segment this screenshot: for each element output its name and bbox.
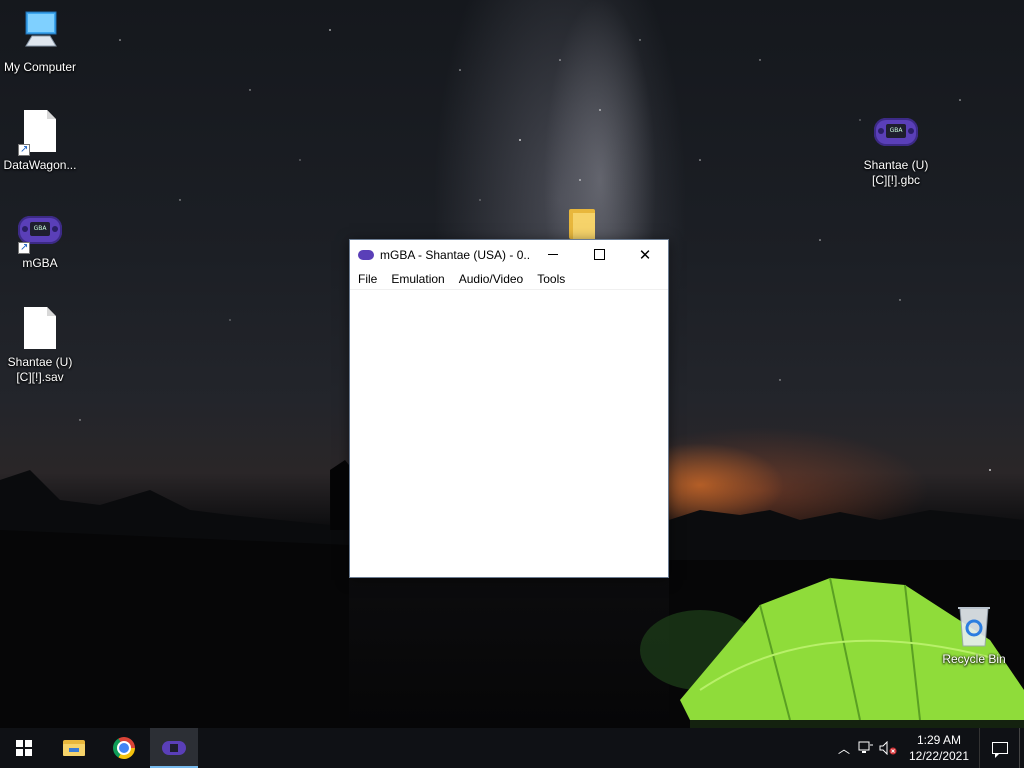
show-hidden-icons-chevron[interactable]: ︿	[833, 728, 855, 768]
mgba-window[interactable]: mGBA - Shantae (USA) - 0.... ✕ File Emul…	[349, 239, 669, 578]
desktop-icon-label: mGBA	[22, 256, 58, 270]
folder-icon[interactable]	[569, 209, 595, 239]
window-titlebar[interactable]: mGBA - Shantae (USA) - 0.... ✕	[350, 240, 668, 269]
minimize-button[interactable]	[530, 240, 576, 269]
desktop-icon-shantae-sav[interactable]: Shantae (U) [C][!].sav	[0, 305, 80, 385]
chrome-icon	[113, 737, 135, 759]
close-icon: ✕	[638, 246, 652, 264]
window-title: mGBA - Shantae (USA) - 0....	[380, 247, 530, 262]
start-button[interactable]	[0, 728, 48, 768]
maximize-button[interactable]	[576, 240, 622, 269]
desktop-icon-label: My Computer	[3, 60, 77, 74]
close-button[interactable]: ✕	[622, 240, 668, 269]
desktop-icon-label: Shantae (U) [C][!].gbc	[863, 158, 929, 187]
desktop-icon-recycle-bin[interactable]: Recycle Bin	[934, 602, 1014, 667]
taskbar-clock[interactable]: 1:29 AM 12/22/2021	[899, 732, 979, 764]
menu-bar: File Emulation Audio/Video Tools	[350, 269, 668, 290]
chevron-up-icon: ︿	[837, 741, 850, 756]
shortcut-arrow-icon	[18, 142, 30, 157]
taskbar-chrome[interactable]	[100, 728, 148, 768]
taskbar-file-explorer[interactable]	[50, 728, 98, 768]
desktop-icon-my-computer[interactable]: My Computer	[0, 10, 80, 75]
network-icon[interactable]	[855, 728, 877, 768]
desktop-icon-datawagon[interactable]: DataWagon...	[0, 108, 80, 173]
clock-time: 1:29 AM	[916, 733, 962, 747]
shortcut-arrow-icon	[18, 240, 30, 255]
menu-audio-video[interactable]: Audio/Video	[452, 269, 531, 289]
computer-icon	[16, 10, 64, 58]
taskbar-mgba[interactable]	[150, 728, 198, 768]
file-icon	[16, 305, 64, 353]
minimize-icon	[548, 254, 558, 255]
notification-icon	[991, 742, 1008, 758]
windows-logo-icon	[16, 740, 32, 756]
system-tray: ︿ 1:29 AM 12/22/2021	[833, 728, 1024, 768]
file-icon	[16, 108, 64, 157]
recycle-bin-icon	[950, 602, 998, 650]
desktop-icon-label: DataWagon...	[3, 158, 77, 172]
maximize-icon	[593, 249, 605, 260]
desktop-icon-label: Shantae (U) [C][!].sav	[7, 355, 73, 384]
gameboy-advance-icon: GBA	[872, 108, 920, 156]
menu-tools[interactable]: Tools	[530, 269, 572, 289]
mgba-app-icon	[358, 249, 374, 260]
desktop-icon-label: Recycle Bin	[942, 652, 1006, 666]
desktop-icon-mgba[interactable]: GBA mGBA	[0, 206, 80, 271]
file-explorer-icon	[63, 740, 85, 756]
desktop-icon-shantae-gbc[interactable]: GBA Shantae (U) [C][!].gbc	[856, 108, 936, 188]
mgba-app-icon	[162, 741, 186, 755]
taskbar: ︿ 1:29 AM 12/22/2021	[0, 728, 1024, 768]
volume-muted-icon[interactable]	[877, 728, 899, 768]
emulator-display-area[interactable]	[350, 290, 668, 577]
clock-date: 12/22/2021	[908, 749, 970, 763]
menu-file[interactable]: File	[351, 269, 384, 289]
menu-emulation[interactable]: Emulation	[384, 269, 451, 289]
gameboy-advance-icon: GBA	[16, 206, 64, 255]
action-center-button[interactable]	[979, 728, 1019, 768]
show-desktop-button[interactable]	[1019, 728, 1024, 768]
